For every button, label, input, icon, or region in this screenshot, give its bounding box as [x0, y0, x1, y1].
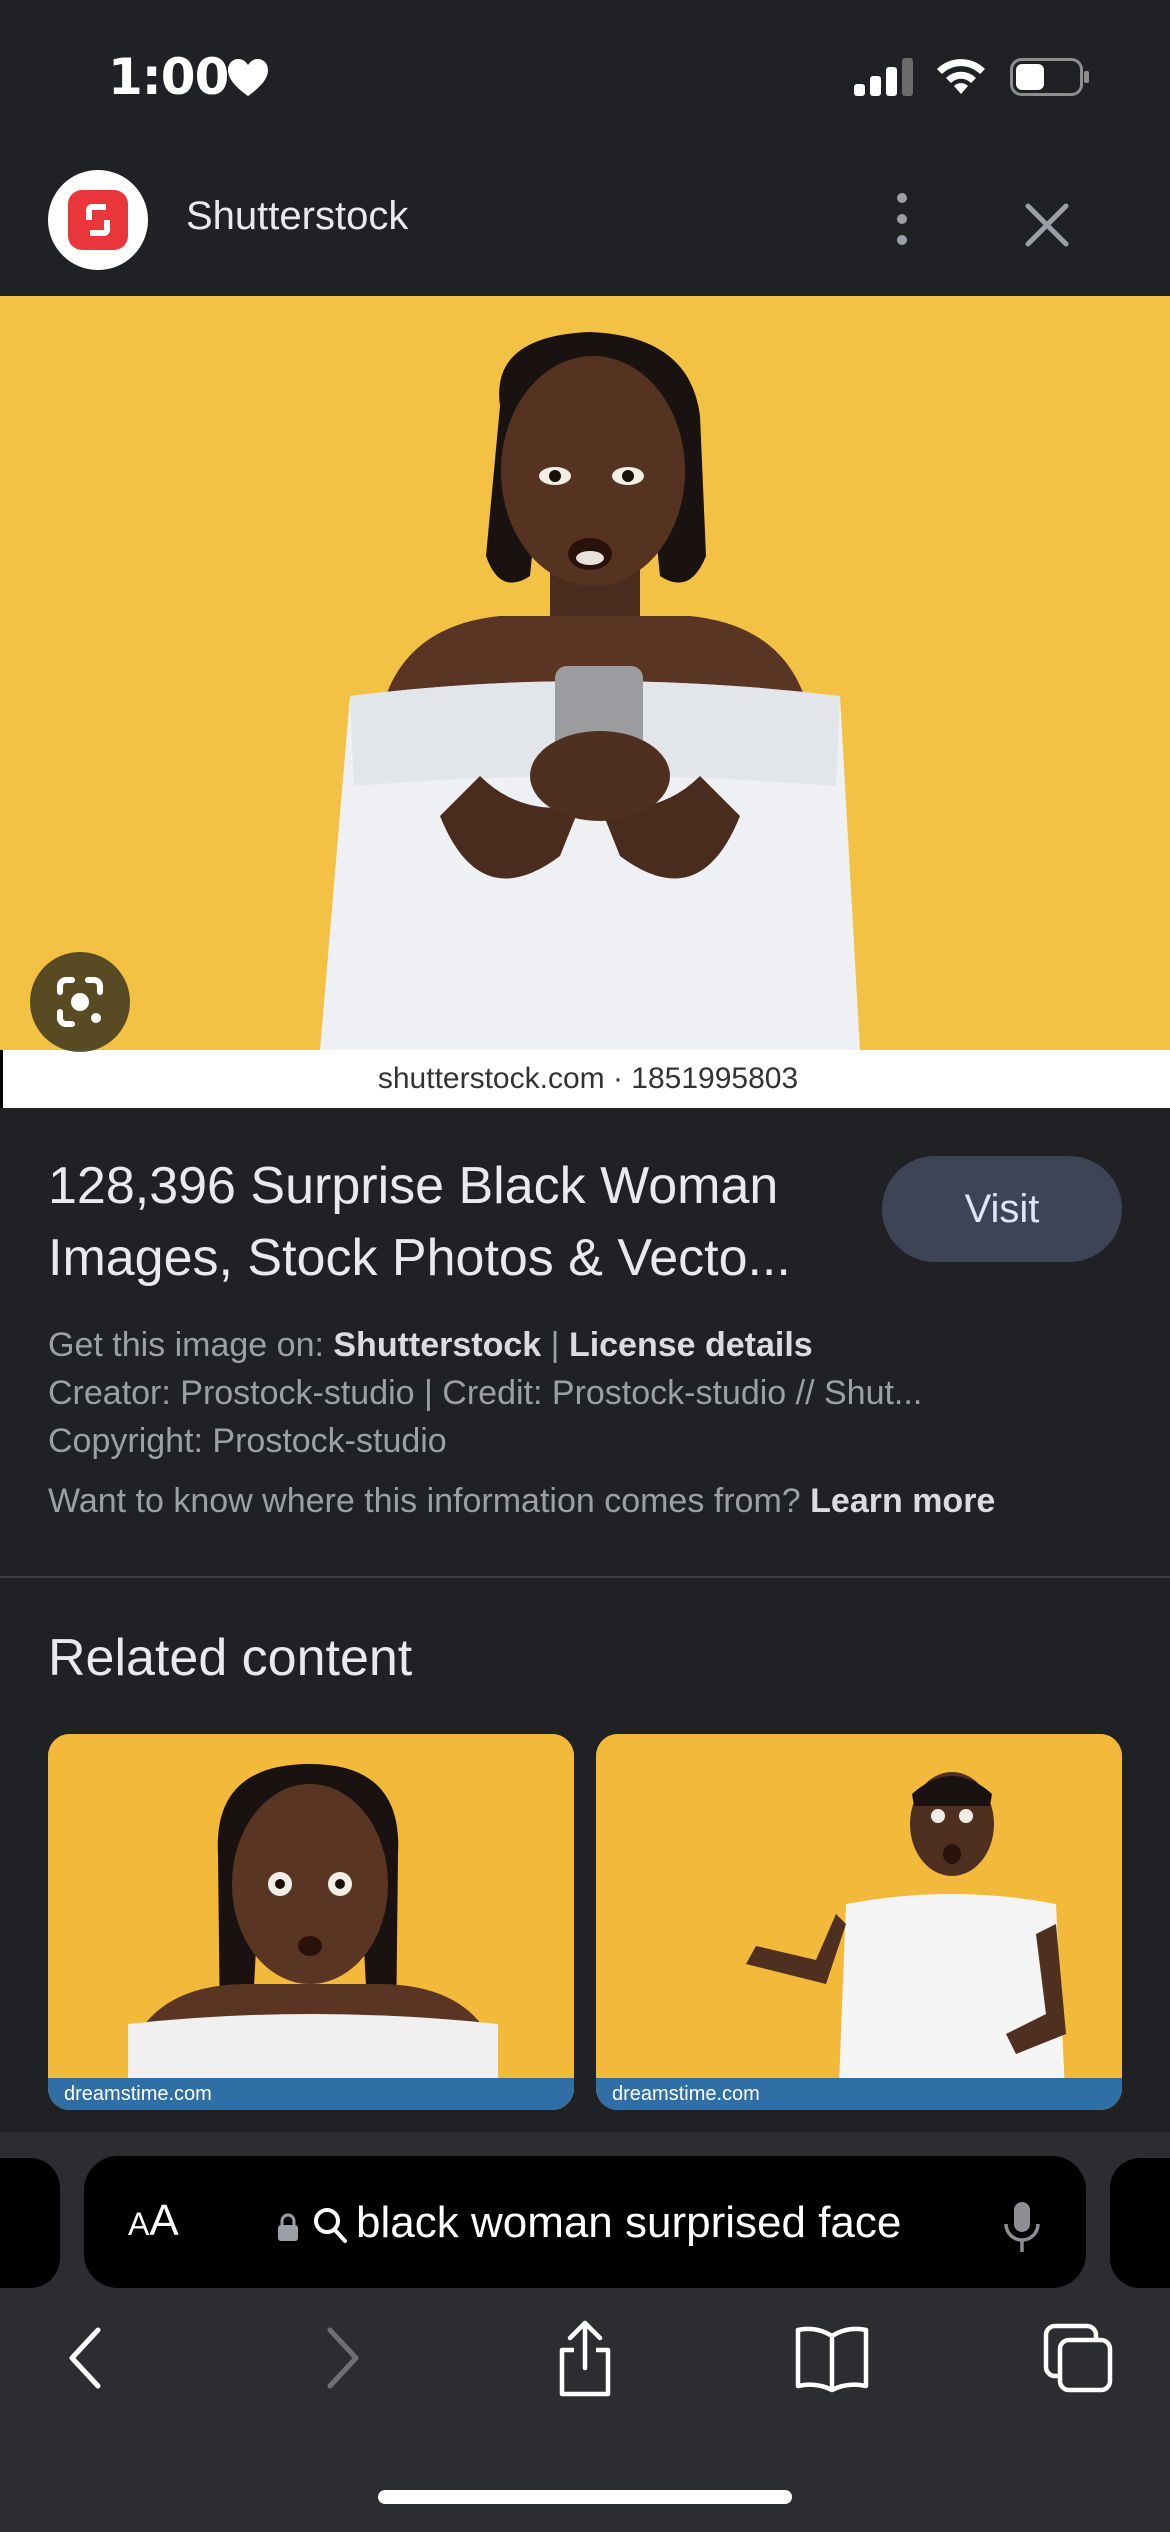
- heart-icon: [228, 59, 268, 96]
- text-size-button[interactable]: AA: [128, 2196, 179, 2246]
- previous-tab-preview[interactable]: [0, 2158, 60, 2288]
- info-source-line: Want to know where this information come…: [48, 1482, 996, 1520]
- status-time: 1:00: [108, 48, 229, 106]
- cellular-signal-icon: [854, 58, 913, 96]
- lock-icon: [278, 2213, 298, 2241]
- shutterstock-logo-icon: [48, 170, 148, 270]
- google-lens-icon: [57, 977, 103, 1027]
- google-lens-button[interactable]: [30, 952, 130, 1052]
- creator-line: Creator: Prostock-studio | Credit: Prost…: [48, 1374, 923, 1412]
- watermark-strip: shutterstock.com · 1851995803: [0, 1050, 1170, 1108]
- copyright-line: Copyright: Prostock-studio: [48, 1422, 447, 1460]
- tabs-icon[interactable]: [1042, 2322, 1114, 2394]
- get-image-line: Get this image on: Shutterstock | Licens…: [48, 1326, 813, 1364]
- wifi-icon: [937, 59, 985, 94]
- address-bar[interactable]: AA black woman surprised face: [84, 2156, 1086, 2288]
- home-indicator[interactable]: [378, 2490, 792, 2504]
- forward-icon[interactable]: [316, 2322, 366, 2394]
- related-image-woman: [48, 1734, 574, 2110]
- woman-with-phone-photo: [320, 332, 860, 1050]
- learn-more-link[interactable]: Learn more: [810, 1482, 995, 1520]
- thumbnail-watermark: dreamstime.com: [612, 2083, 760, 2105]
- bookmarks-icon[interactable]: [792, 2322, 872, 2394]
- microphone-icon[interactable]: [1002, 2200, 1042, 2254]
- status-bar: 1:00: [0, 0, 1170, 150]
- related-thumbnail[interactable]: dreamstime.com: [596, 1734, 1122, 2110]
- more-vertical-icon[interactable]: [880, 188, 924, 250]
- main-image[interactable]: shutterstock.com · 1851995803: [0, 296, 1170, 1108]
- related-content-heading: Related content: [48, 1629, 413, 1687]
- related-thumbnail[interactable]: dreamstime.com: [48, 1734, 574, 2110]
- get-image-source-link[interactable]: Shutterstock: [333, 1326, 541, 1364]
- close-icon[interactable]: [1016, 194, 1078, 256]
- source-header: Shutterstock: [0, 150, 1170, 296]
- divider: [0, 1576, 1170, 1578]
- search-icon: [314, 2208, 347, 2243]
- related-image-man: [596, 1734, 1122, 2110]
- search-query[interactable]: black woman surprised face: [356, 2198, 901, 2248]
- next-tab-preview[interactable]: [1110, 2158, 1170, 2288]
- license-details-link[interactable]: License details: [569, 1326, 813, 1364]
- battery-icon: [1010, 58, 1089, 96]
- source-name[interactable]: Shutterstock: [186, 194, 408, 239]
- visit-button[interactable]: Visit: [882, 1156, 1122, 1262]
- share-icon[interactable]: [550, 2318, 620, 2398]
- back-icon[interactable]: [62, 2322, 112, 2394]
- thumbnail-watermark: dreamstime.com: [64, 2083, 212, 2105]
- result-title[interactable]: 128,396 Surprise Black Woman Images, Sto…: [48, 1150, 868, 1294]
- image-watermark: shutterstock.com · 1851995803: [377, 1062, 799, 1095]
